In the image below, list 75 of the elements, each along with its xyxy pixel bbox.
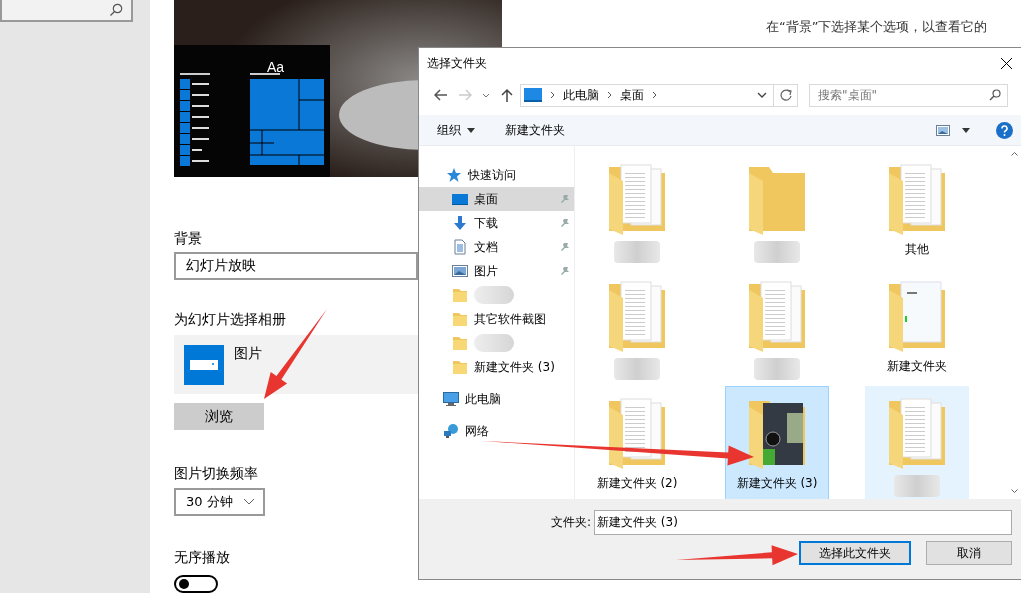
folder-name: 新建文件夹 (2)	[596, 475, 678, 492]
background-label: 背景	[174, 229, 202, 248]
nav-item[interactable]: 其它软件截图	[419, 307, 574, 331]
caret-icon	[482, 92, 490, 98]
folder-name: 新建文件夹	[887, 358, 947, 375]
folder-icon	[452, 335, 468, 351]
star-icon	[446, 167, 462, 183]
nav-item[interactable]: 桌面	[419, 187, 574, 211]
computer-icon	[443, 391, 459, 407]
nav-item[interactable]: 图片	[419, 259, 574, 283]
address-bar[interactable]: 此电脑 桌面	[520, 83, 774, 107]
caret-up-icon	[1011, 152, 1018, 156]
refresh-button[interactable]	[774, 83, 798, 107]
nav-item[interactable]: 快速访问	[419, 163, 574, 187]
folder-item[interactable]: 新建文件夹	[865, 269, 969, 383]
chevron-down-icon	[757, 92, 767, 98]
new-folder-button[interactable]: 新建文件夹	[497, 118, 573, 142]
nav-item[interactable]: 新建文件夹 (3)	[419, 355, 574, 379]
nav-item[interactable]: 下载	[419, 211, 574, 235]
search-icon	[109, 3, 123, 17]
folder-icon	[452, 287, 468, 303]
computer-icon	[524, 88, 542, 102]
organize-menu[interactable]: 组织	[429, 118, 483, 142]
chevron-right-icon	[652, 91, 657, 99]
dialog-title: 选择文件夹	[427, 55, 487, 72]
album-label: 为幻灯片选择相册	[174, 310, 286, 330]
folder-name: 新建文件夹 (3)	[736, 475, 818, 492]
interval-dropdown[interactable]: 30 分钟	[174, 487, 265, 517]
nav-item[interactable]: 文档	[419, 235, 574, 259]
folder-label: 文件夹:	[550, 514, 591, 531]
breadcrumb-item[interactable]: 桌面	[620, 86, 644, 104]
folder-input[interactable]: 新建文件夹 (3)	[594, 510, 1012, 535]
folder-item[interactable]: 新建文件夹 (2)	[585, 386, 689, 500]
album-bar-icon	[190, 360, 218, 371]
search-icon	[989, 89, 1001, 101]
caret-down-icon	[467, 127, 475, 133]
shuffle-label: 无序播放	[174, 548, 230, 568]
network-icon	[443, 423, 459, 439]
album-card[interactable]: 图片	[174, 335, 418, 395]
search-field[interactable]	[0, 0, 133, 22]
tile-label: Aa	[267, 59, 285, 75]
desktop-icon	[452, 191, 468, 207]
nav-item[interactable]: 网络	[419, 419, 574, 443]
interval-label: 图片切换频率	[174, 463, 258, 483]
close-icon	[999, 57, 1013, 70]
right-arrow-icon	[458, 89, 472, 101]
chevron-right-icon	[607, 91, 612, 99]
background-dropdown[interactable]: 幻灯片放映	[174, 252, 418, 281]
caret-down-icon	[1011, 489, 1018, 493]
album-name: 图片	[234, 345, 262, 364]
download-arrow-icon	[452, 215, 468, 231]
refresh-icon	[779, 89, 792, 101]
chevron-right-icon	[550, 91, 555, 99]
view-icon	[936, 124, 950, 136]
search-field[interactable]: 搜索"桌面"	[809, 83, 1008, 107]
help-icon	[996, 121, 1013, 139]
left-arrow-icon	[434, 89, 448, 101]
caret-down-icon	[962, 127, 970, 133]
browse-button[interactable]: 浏览	[174, 403, 264, 430]
document-icon	[452, 239, 468, 255]
select-folder-button[interactable]: 选择此文件夹	[799, 541, 911, 565]
picture-icon	[452, 263, 468, 279]
up-arrow-icon	[501, 88, 513, 102]
breadcrumb-item[interactable]: 此电脑	[563, 86, 599, 104]
nav-item[interactable]: 此电脑	[419, 387, 574, 411]
folder-icon	[452, 311, 468, 327]
folder-icon	[452, 359, 468, 375]
chevron-down-icon	[242, 497, 255, 506]
folder-item[interactable]: 新建文件夹 (3)	[725, 386, 829, 500]
cancel-button[interactable]: 取消	[926, 541, 1012, 565]
folder-item[interactable]: 其他	[865, 152, 969, 266]
folder-item[interactable]	[865, 386, 969, 500]
description-text: 在“背景”下选择某个选项，以查看它的	[766, 18, 988, 36]
shuffle-toggle[interactable]	[174, 575, 218, 593]
folder-name: 其他	[905, 241, 929, 258]
